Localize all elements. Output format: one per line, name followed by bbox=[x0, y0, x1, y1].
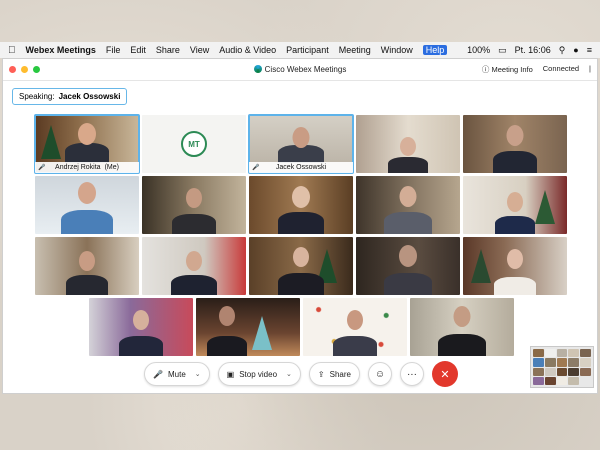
menu-view[interactable]: View bbox=[190, 45, 209, 55]
share-button[interactable]: ⇪ Share bbox=[308, 362, 360, 386]
smiley-icon: ☺ bbox=[374, 368, 386, 380]
video-tile[interactable] bbox=[196, 298, 300, 356]
menu-bar:  Webex Meetings File Edit Share View Au… bbox=[0, 42, 600, 58]
video-tile[interactable] bbox=[356, 237, 460, 295]
video-tile[interactable] bbox=[249, 237, 353, 295]
reactions-button[interactable]: ☺ bbox=[367, 362, 392, 386]
chevron-down-icon[interactable]: ⌄ bbox=[286, 370, 292, 378]
battery-icon[interactable]: ▭ bbox=[498, 45, 507, 56]
window-title: Cisco Webex Meetings bbox=[3, 65, 597, 74]
video-tile[interactable] bbox=[303, 298, 407, 356]
menu-meeting[interactable]: Meeting bbox=[339, 45, 371, 55]
control-center-icon[interactable]: ≡ bbox=[587, 45, 592, 55]
microphone-icon: 🎤 bbox=[153, 369, 163, 379]
menu-window[interactable]: Window bbox=[381, 45, 413, 55]
video-tile[interactable]: 🎤 Andrzej Rokita (Me) bbox=[34, 114, 140, 174]
menu-share[interactable]: Share bbox=[156, 45, 180, 55]
menu-participant[interactable]: Participant bbox=[286, 45, 329, 55]
video-tile[interactable] bbox=[463, 115, 567, 173]
participant-name-tag: 🎤 Andrzej Rokita (Me) bbox=[35, 162, 139, 173]
menu-status-area: 100% ▭ Pt. 16:06 ⚲ ● ≡ bbox=[467, 45, 592, 56]
video-tile[interactable] bbox=[142, 176, 246, 234]
more-icon: ··· bbox=[406, 368, 417, 380]
clock[interactable]: Pt. 16:06 bbox=[515, 45, 551, 55]
participant-name-tag: 🎤 Jacek Ossowski bbox=[249, 162, 353, 173]
mute-button[interactable]: 🎤 Mute ⌄ bbox=[144, 362, 210, 386]
video-tile[interactable] bbox=[249, 176, 353, 234]
spotlight-icon[interactable]: ⚲ bbox=[559, 45, 566, 56]
video-tile[interactable] bbox=[35, 176, 139, 234]
leave-meeting-button[interactable]: ✕ bbox=[431, 361, 458, 387]
menu-edit[interactable]: Edit bbox=[130, 45, 146, 55]
video-tile[interactable] bbox=[35, 237, 139, 295]
video-tile[interactable] bbox=[356, 176, 460, 234]
video-tile[interactable] bbox=[89, 298, 193, 356]
active-speaker-name: Jacek Ossowski bbox=[58, 92, 121, 101]
user-icon[interactable]: ● bbox=[573, 45, 578, 55]
video-tile[interactable] bbox=[463, 237, 567, 295]
speaking-indicator: Speaking: Jacek Ossowski bbox=[12, 88, 128, 105]
menu-audio-video[interactable]: Audio & Video bbox=[219, 45, 276, 55]
camera-icon: ▣ bbox=[226, 369, 235, 379]
stop-video-button[interactable]: ▣ Stop video ⌄ bbox=[217, 362, 301, 386]
video-tile[interactable] bbox=[463, 176, 567, 234]
more-options-button[interactable]: ··· bbox=[399, 362, 424, 386]
self-view-thumbnail[interactable] bbox=[530, 346, 594, 388]
apple-icon[interactable]:  bbox=[8, 45, 16, 56]
share-icon: ⇪ bbox=[317, 369, 325, 379]
battery-level: 100% bbox=[467, 45, 491, 55]
microphone-icon: 🎤 bbox=[38, 165, 46, 171]
organization-logo-icon: MT bbox=[181, 131, 207, 157]
close-icon: ✕ bbox=[440, 368, 450, 381]
meeting-controls: 🎤 Mute ⌄ ▣ Stop video ⌄ ⇪ Share ☺ ··· ✕ bbox=[3, 359, 599, 389]
video-tile[interactable] bbox=[410, 298, 514, 356]
chevron-down-icon[interactable]: ⌄ bbox=[195, 370, 201, 378]
video-tile[interactable]: 🎤 Jacek Ossowski bbox=[248, 114, 354, 174]
video-tile[interactable] bbox=[356, 115, 460, 173]
video-tile[interactable] bbox=[142, 237, 246, 295]
title-bar: Cisco Webex Meetings ⓘ Meeting Info Conn… bbox=[3, 59, 597, 81]
menu-file[interactable]: File bbox=[106, 45, 121, 55]
microphone-icon: 🎤 bbox=[252, 165, 260, 171]
menu-help[interactable]: Help bbox=[422, 45, 448, 55]
menu-app-name[interactable]: Webex Meetings bbox=[26, 45, 96, 55]
webex-window: Cisco Webex Meetings ⓘ Meeting Info Conn… bbox=[2, 58, 598, 394]
webex-logo-icon bbox=[253, 65, 262, 73]
video-tile[interactable]: MT bbox=[142, 115, 246, 173]
